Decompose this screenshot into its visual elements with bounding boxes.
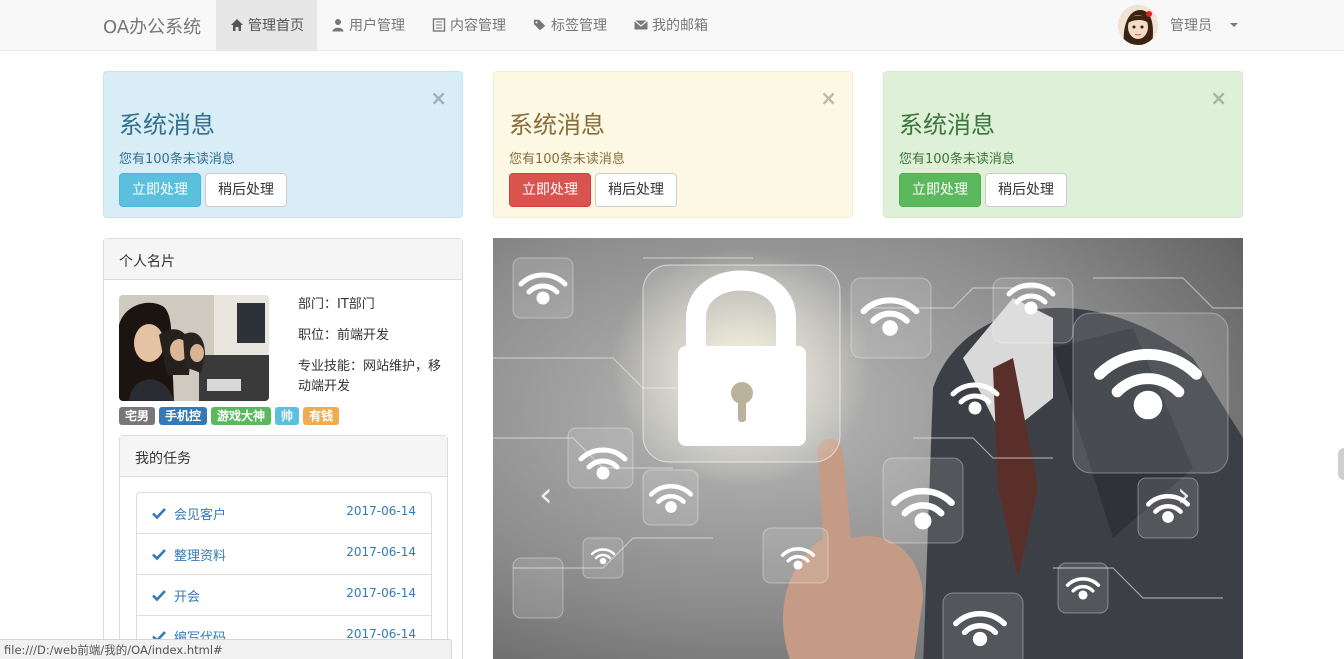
browser-status-bar: file:///D:/web前端/我的/OA/index.html# — [0, 639, 452, 659]
nav-item-label: 管理首页 — [248, 18, 304, 34]
profile-skills: 专业技能：网站维护，移动端开发 — [298, 359, 442, 394]
image-carousel[interactable]: ‹ › — [493, 238, 1243, 659]
alert-text: 您有100条未读消息 — [899, 152, 1015, 167]
brand-link[interactable]: OA办公系统 — [103, 13, 201, 39]
tag-label: 游戏大神 — [211, 407, 272, 425]
task-item[interactable]: 整理资料 2017-06-14 — [137, 534, 431, 575]
user-name: 管理员 — [1170, 18, 1212, 34]
profile-department: 部门：IT部门 — [298, 297, 375, 312]
user-menu[interactable]: 管理员 — [1118, 5, 1238, 45]
nav-item-label: 我的邮箱 — [652, 18, 708, 34]
list-alt-icon — [432, 18, 446, 32]
task-item[interactable]: 会见客户 2017-06-14 — [137, 493, 431, 534]
tag-label: 帅 — [275, 407, 300, 425]
alert-title: 系统消息 — [899, 111, 995, 139]
close-icon[interactable]: × — [430, 86, 447, 110]
alert-warning: × 系统消息 您有100条未读消息 立即处理 稍后处理 — [493, 71, 853, 218]
alert-title: 系统消息 — [509, 111, 605, 139]
task-name: 开会 — [174, 589, 201, 605]
handle-later-button[interactable]: 稍后处理 — [595, 173, 677, 207]
top-navbar: OA办公系统 管理首页 用户管理 内容管理 标签管理 我的邮箱 管理员 — [0, 0, 1344, 51]
profile-position: 职位：前端开发 — [298, 328, 390, 343]
tag-label: 有钱 — [303, 407, 340, 425]
alert-text: 您有100条未读消息 — [509, 152, 625, 167]
user-icon — [332, 19, 344, 32]
handle-later-button[interactable]: 稍后处理 — [985, 173, 1067, 207]
close-icon[interactable]: × — [820, 86, 837, 110]
nav-item-mailbox[interactable]: 我的邮箱 — [620, 0, 721, 50]
task-name: 会见客户 — [174, 507, 227, 523]
nav-item-label: 标签管理 — [551, 18, 607, 34]
task-date: 2017-06-14 — [346, 586, 416, 600]
nav-item-tags[interactable]: 标签管理 — [519, 0, 620, 50]
envelope-icon — [634, 20, 648, 30]
tag-label: 手机控 — [159, 407, 208, 425]
main-nav: 管理首页 用户管理 内容管理 标签管理 我的邮箱 — [216, 0, 721, 50]
nav-item-home[interactable]: 管理首页 — [216, 0, 317, 50]
tasks-panel: 我的任务 会见客户 2017-06-14 整理资料 2017-06-14 开会 … — [119, 435, 448, 659]
task-item[interactable]: 开会 2017-06-14 — [137, 575, 431, 616]
alert-text: 您有100条未读消息 — [119, 152, 235, 167]
handle-now-button[interactable]: 立即处理 — [119, 173, 201, 207]
alert-info: × 系统消息 您有100条未读消息 立即处理 稍后处理 — [103, 71, 463, 218]
tag-label: 宅男 — [119, 407, 156, 425]
profile-card-heading: 个人名片 — [104, 239, 462, 280]
task-date: 2017-06-14 — [346, 545, 416, 559]
alert-success: × 系统消息 您有100条未读消息 立即处理 稍后处理 — [883, 71, 1243, 218]
close-icon[interactable]: × — [1210, 86, 1227, 110]
nav-item-users[interactable]: 用户管理 — [317, 0, 418, 50]
carousel-next-button[interactable]: › — [1177, 475, 1191, 515]
task-list: 会见客户 2017-06-14 整理资料 2017-06-14 开会 2017-… — [136, 492, 432, 658]
carousel-prev-button[interactable]: ‹ — [539, 475, 553, 515]
task-date: 2017-06-14 — [346, 504, 416, 518]
home-icon — [231, 19, 243, 31]
nav-item-label: 内容管理 — [450, 18, 506, 34]
check-icon — [152, 508, 166, 520]
caret-down-icon — [1230, 23, 1238, 27]
task-name: 整理资料 — [174, 548, 227, 564]
alert-title: 系统消息 — [119, 111, 215, 139]
profile-tags: 宅男 手机控 游戏大神 帅 有钱 — [119, 407, 340, 425]
carousel-slide-image — [493, 238, 1243, 659]
tags-icon — [533, 19, 546, 31]
handle-now-button[interactable]: 立即处理 — [509, 173, 591, 207]
handle-now-button[interactable]: 立即处理 — [899, 173, 981, 207]
nav-item-label: 用户管理 — [349, 18, 405, 34]
check-icon — [152, 590, 166, 602]
nav-item-content[interactable]: 内容管理 — [418, 0, 519, 50]
avatar — [1118, 5, 1158, 45]
profile-photo — [119, 295, 269, 401]
scroll-handle[interactable] — [1338, 448, 1344, 480]
check-icon — [152, 549, 166, 561]
profile-card: 个人名片 部门：IT部门 职位：前端开发 专业技能：网站维护，移动端开发 宅男 … — [103, 238, 463, 659]
handle-later-button[interactable]: 稍后处理 — [205, 173, 287, 207]
tasks-heading: 我的任务 — [120, 436, 447, 477]
profile-info: 部门：IT部门 职位：前端开发 专业技能：网站维护，移动端开发 — [298, 295, 448, 408]
